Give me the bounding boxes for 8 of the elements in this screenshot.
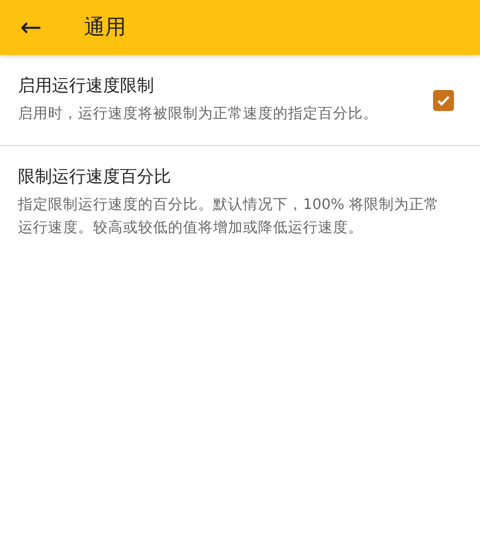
setting-summary: 启用时，运行速度将被限制为正常速度的指定百分比。 — [18, 104, 379, 124]
back-button[interactable]: ← — [16, 14, 46, 40]
setting-summary: 指定限制运行速度的百分比。默认情况下，100% 将限制为正常运行速度。较高或较低的值将增加或降低运行速度。 — [18, 196, 440, 238]
checkbox[interactable] — [433, 90, 454, 112]
setting-title: 限制运行速度百分比 — [18, 166, 172, 189]
check-icon — [436, 93, 451, 108]
setting-title: 启用运行速度限制 — [18, 75, 155, 98]
screen-title: 通用 — [84, 14, 126, 41]
